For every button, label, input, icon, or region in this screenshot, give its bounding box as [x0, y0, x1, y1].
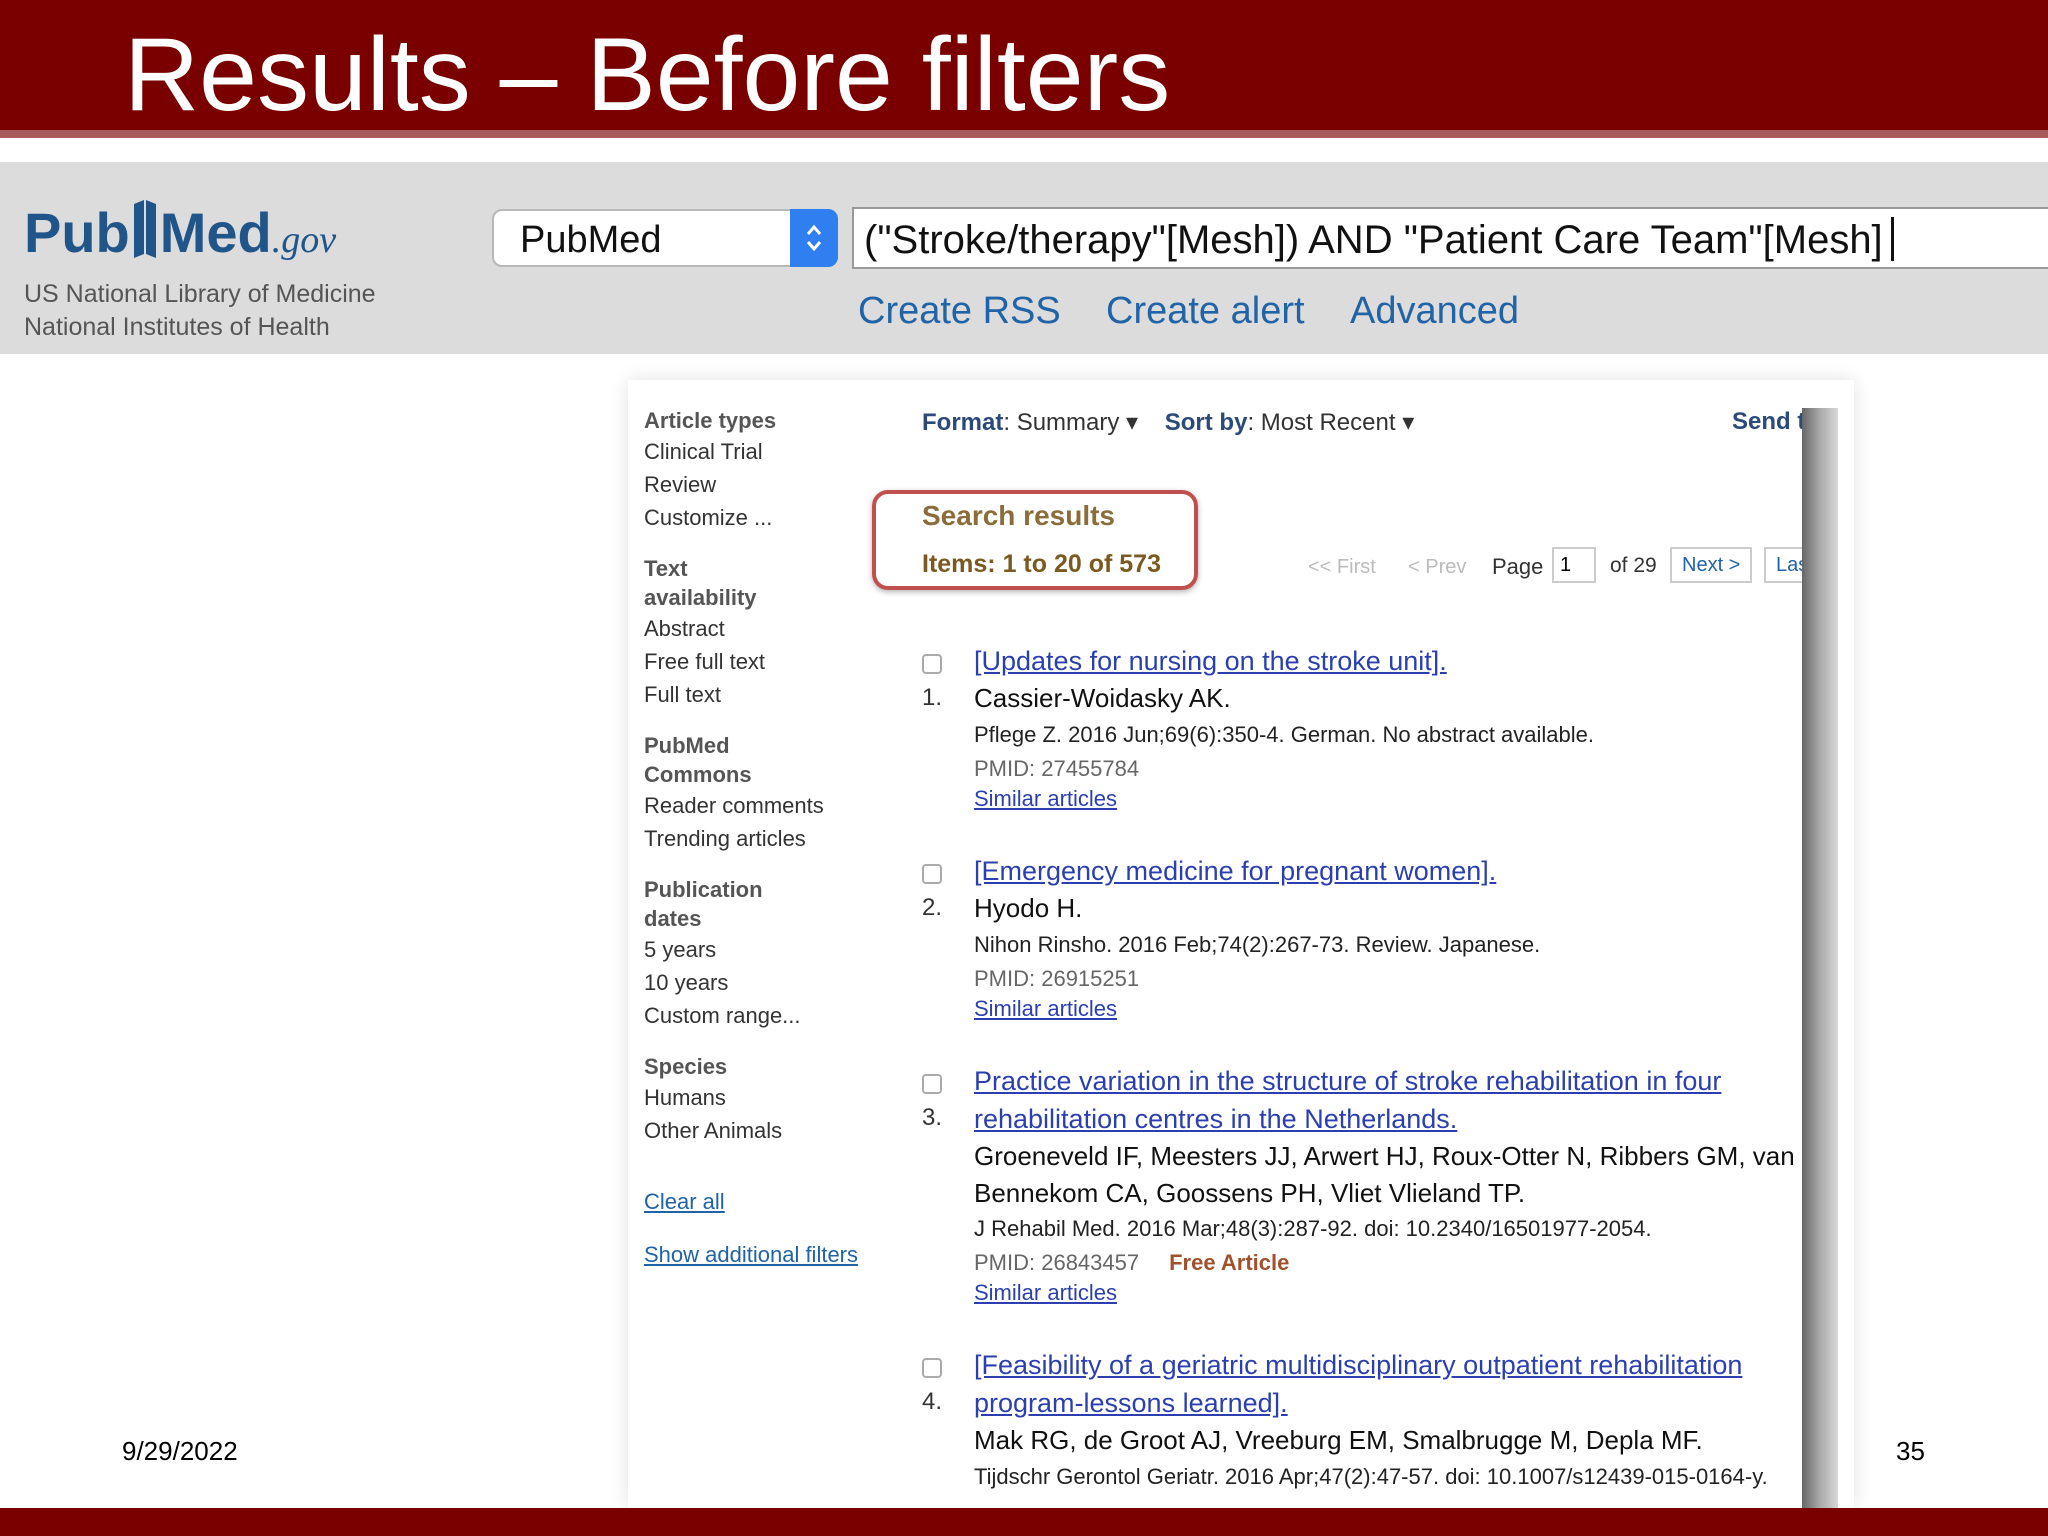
result-number: 1. [922, 684, 943, 711]
filter-clinical-trial[interactable]: Clinical Trial [644, 435, 884, 468]
clear-all-link[interactable]: Clear all [644, 1185, 884, 1218]
result-authors: Cassier-Woidasky AK. [974, 683, 1231, 713]
pager-first[interactable]: << First [1308, 556, 1376, 579]
result-title-link[interactable]: [Emergency medicine for pregnant women]. [974, 852, 1794, 890]
filter-trending-articles[interactable]: Trending articles [644, 822, 884, 855]
slide-footer-bar [0, 1508, 2048, 1536]
filter-custom-range[interactable]: Custom range... [644, 999, 884, 1032]
filter-heading-dates-line2: dates [644, 906, 702, 931]
filter-abstract[interactable]: Abstract [644, 612, 884, 645]
result-checkbox[interactable] [922, 1074, 942, 1094]
result-authors: Hyodo H. [974, 893, 1083, 923]
similar-articles-link[interactable]: Similar articles [974, 786, 1117, 812]
filter-heading-text-line1: Text [644, 556, 688, 581]
sort-caret-icon: ▾ [1402, 409, 1415, 436]
sort-value: Most Recent [1260, 409, 1396, 436]
pubmed-logo[interactable]: Pub Med.gov [24, 198, 336, 265]
filter-free-full-text[interactable]: Free full text [644, 645, 884, 678]
result-pmid: PMID: 26915251 [974, 966, 1140, 991]
filter-heading-dates-line1: Publication [644, 877, 763, 902]
filter-heading-species: Species [644, 1054, 728, 1079]
filter-review[interactable]: Review [644, 468, 884, 501]
result-citation: Nihon Rinsho. 2016 Feb;74(2):267-73. Rev… [974, 932, 1541, 957]
result-pmid-text: PMID: 26843457 [974, 1250, 1140, 1275]
select-arrows-icon[interactable] [790, 209, 838, 267]
pager-page-input[interactable]: 1 [1552, 547, 1596, 583]
slide-title-bar: Results – Before filters [0, 0, 2048, 138]
database-select[interactable]: PubMed [492, 209, 838, 267]
filter-full-text[interactable]: Full text [644, 678, 884, 711]
book-icon [133, 200, 156, 258]
result-pmid: PMID: 26843457 Free Article [974, 1250, 1289, 1276]
slide-title: Results – Before filters [124, 17, 1171, 133]
filter-other-animals[interactable]: Other Animals [644, 1114, 884, 1147]
result-title-link[interactable]: [Feasibility of a geriatric multidiscipl… [974, 1346, 1794, 1422]
search-results-title: Search results [922, 500, 1115, 531]
logo-pub-text: Pub [24, 201, 130, 264]
filter-heading-commons-line2: Commons [644, 762, 752, 787]
free-article-badge: Free Article [1169, 1250, 1290, 1275]
format-value: Summary [1016, 409, 1120, 436]
filter-10-years[interactable]: 10 years [644, 966, 884, 999]
filter-heading-commons-line1: PubMed [644, 733, 730, 758]
format-label: Format [922, 409, 1004, 436]
result-citation: Tijdschr Gerontol Geriatr. 2016 Apr;47(2… [974, 1464, 1768, 1489]
logo-med-text: Med [159, 201, 272, 264]
show-additional-filters-link[interactable]: Show additional filters [644, 1238, 884, 1271]
text-caret [1890, 217, 1894, 261]
send-to-button[interactable]: Send t [1732, 408, 1805, 436]
similar-articles-link[interactable]: Similar articles [974, 1280, 1117, 1306]
filter-5-years[interactable]: 5 years [644, 933, 884, 966]
result-number: 2. [922, 894, 943, 921]
result-number: 3. [922, 1104, 943, 1131]
result-checkbox[interactable] [922, 654, 942, 674]
result-citation: J Rehabil Med. 2016 Mar;48(3):287-92. do… [974, 1216, 1652, 1241]
pager-of-total: of 29 [1610, 554, 1657, 577]
filter-humans[interactable]: Humans [644, 1081, 884, 1114]
pager-last-button[interactable]: Last [1764, 547, 1804, 583]
library-credit: US National Library of Medicine National… [24, 278, 376, 344]
pubmed-header: Pub Med.gov US National Library of Medici… [0, 162, 2048, 354]
sort-dropdown[interactable]: Sort by: Most Recent ▾ [1165, 409, 1414, 436]
title-bar-divider [0, 130, 2048, 138]
search-input[interactable]: ("Stroke/therapy"[Mesh]) AND "Patient Ca… [852, 207, 2048, 269]
sort-label: Sort by [1164, 409, 1248, 436]
filter-heading-text-line2: availability [644, 585, 757, 610]
create-alert-link[interactable]: Create alert [1106, 290, 1305, 333]
result-authors: Mak RG, de Groot AJ, Vreeburg EM, Smalbr… [974, 1425, 1703, 1455]
result-title-link[interactable]: [Updates for nursing on the stroke unit]… [974, 642, 1794, 680]
result-checkbox[interactable] [922, 864, 942, 884]
format-caret-icon: ▾ [1126, 409, 1139, 436]
advanced-search-link[interactable]: Advanced [1350, 290, 1519, 333]
result-citation: Pflege Z. 2016 Jun;69(6):350-4. German. … [974, 722, 1595, 747]
format-dropdown[interactable]: Format: Summary ▾ [922, 409, 1138, 436]
results-panel: Article types Clinical Trial Review Cust… [628, 380, 1854, 1508]
database-select-value: PubMed [520, 219, 662, 261]
logo-gov-text: .gov [271, 219, 337, 261]
result-number: 4. [922, 1388, 943, 1415]
pager-prev[interactable]: < Prev [1408, 556, 1466, 579]
result-authors: Groeneveld IF, Meesters JJ, Arwert HJ, R… [974, 1141, 1795, 1208]
result-pmid: PMID: 27455784 [974, 756, 1140, 781]
pager-next-button[interactable]: Next > [1670, 547, 1753, 583]
create-rss-link[interactable]: Create RSS [858, 290, 1061, 333]
slide-date: 9/29/2022 [122, 1436, 238, 1466]
filter-customize[interactable]: Customize ... [644, 501, 884, 534]
result-title-link[interactable]: Practice variation in the structure of s… [974, 1062, 1794, 1138]
format-sort-toolbar: Format: Summary ▾ Sort by: Most Recent ▾ [922, 408, 1414, 437]
library-line-2: National Institutes of Health [24, 313, 330, 341]
search-query-text: ("Stroke/therapy"[Mesh]) AND "Patient Ca… [864, 218, 1883, 262]
filters-sidebar: Article types Clinical Trial Review Cust… [644, 406, 884, 1271]
pager-page-label: Page [1492, 554, 1544, 579]
filter-heading-article-types: Article types [644, 408, 777, 433]
search-results-count: Items: 1 to 20 of 573 [922, 550, 1161, 578]
result-checkbox[interactable] [922, 1358, 942, 1378]
search-query: ("Stroke/therapy"[Mesh]) AND "Patient Ca… [864, 217, 1894, 263]
library-line-1: US National Library of Medicine [24, 280, 376, 308]
filter-reader-comments[interactable]: Reader comments [644, 789, 884, 822]
similar-articles-link[interactable]: Similar articles [974, 996, 1117, 1022]
slide-page-number: 35 [1896, 1436, 1925, 1466]
panel-shadow-edge [1802, 408, 1838, 1508]
